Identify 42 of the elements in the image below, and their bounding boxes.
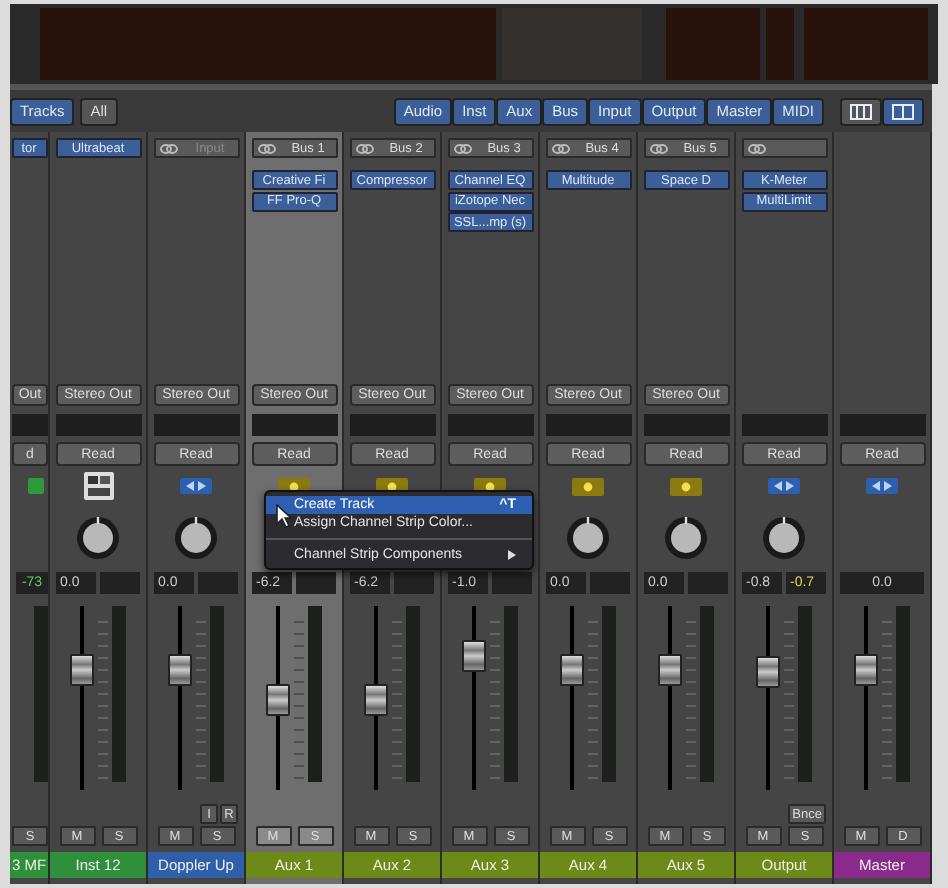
blank-display <box>153 414 239 436</box>
group-icon[interactable] <box>670 477 702 495</box>
link-icon <box>453 143 471 153</box>
blank-display <box>839 414 925 436</box>
pan-knob[interactable] <box>174 516 218 560</box>
link-icon <box>355 143 373 153</box>
blank-display <box>643 414 729 436</box>
pan-knob[interactable] <box>762 516 806 560</box>
link-icon <box>159 143 177 153</box>
group-icon[interactable] <box>572 477 604 495</box>
view-button[interactable] <box>840 97 882 125</box>
link-icon <box>551 143 569 153</box>
pan-knob[interactable] <box>76 516 120 560</box>
peak-readout <box>492 572 532 594</box>
link-icon <box>747 143 765 153</box>
arrows-icon[interactable] <box>866 478 898 494</box>
peak-readout <box>688 572 728 594</box>
two-columns-icon <box>892 103 914 119</box>
track-type-icon[interactable] <box>28 478 44 494</box>
blank-display <box>251 414 337 436</box>
blank-display <box>349 414 435 436</box>
view-button[interactable] <box>882 97 924 125</box>
pan-knob[interactable] <box>566 516 610 560</box>
arrows-icon[interactable] <box>768 478 800 494</box>
input-slot[interactable] <box>741 138 827 158</box>
arrows-icon[interactable] <box>180 478 212 494</box>
blank-display <box>55 414 141 436</box>
blank-display <box>545 414 631 436</box>
drum-machine-icon[interactable] <box>83 472 113 500</box>
link-icon <box>649 143 667 153</box>
peak-readout <box>394 572 434 594</box>
blank-display <box>447 414 533 436</box>
cursor-icon <box>276 504 292 528</box>
peak-readout <box>198 572 238 594</box>
blank-display <box>12 414 48 436</box>
three-columns-icon <box>850 103 872 119</box>
blank-display <box>741 414 827 436</box>
pan-knob[interactable] <box>664 516 708 560</box>
peak-readout <box>296 572 336 594</box>
peak-readout <box>590 572 630 594</box>
peak-readout <box>100 572 140 594</box>
link-icon <box>257 143 275 153</box>
